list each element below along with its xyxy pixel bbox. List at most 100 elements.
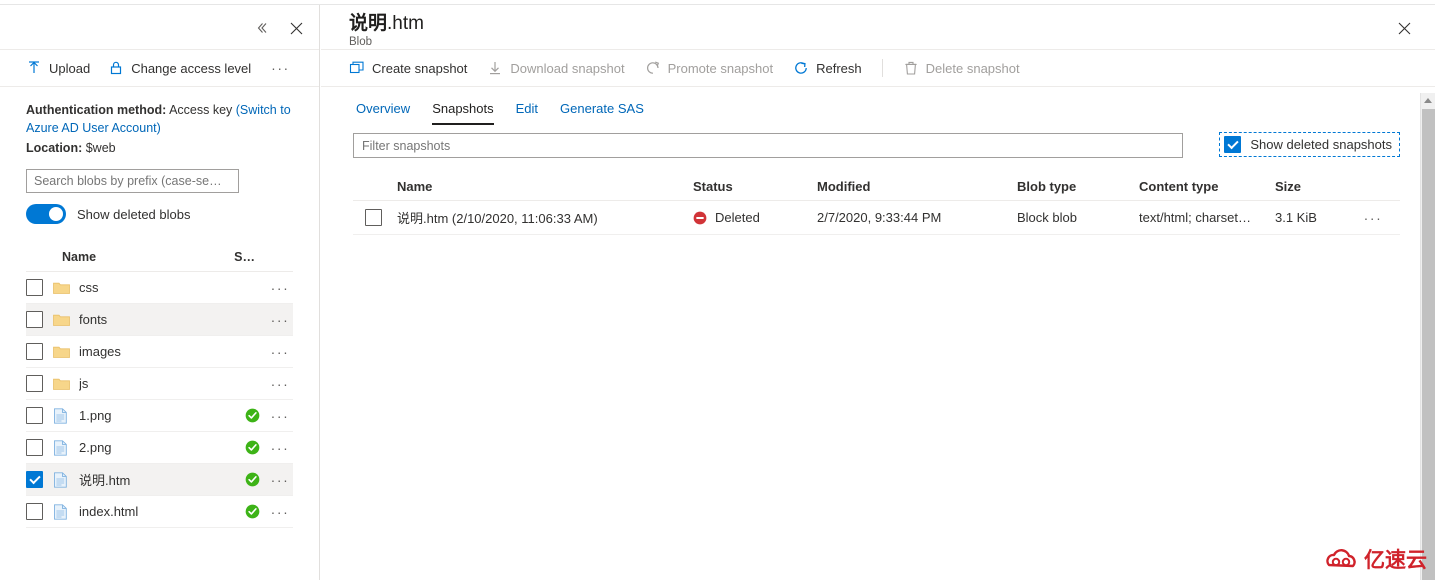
blob-row-name: 说明.htm [79,473,131,488]
toolbar-label: Delete snapshot [925,60,1020,76]
blob-row-more-button[interactable]: ··· [269,440,291,456]
table-row[interactable]: 说明.htm (2/10/2020, 11:06:33 AM) Deleted 2/… [353,201,1400,235]
search-blobs-input[interactable] [26,169,239,193]
grid-col-name[interactable]: Name [397,179,693,194]
chevron-double-left-icon [257,23,267,33]
blob-row[interactable]: 说明.htm ··· [26,464,293,496]
folder-icon [53,314,70,326]
file-icon-wrap [53,439,71,456]
folder-icon-wrap [53,345,71,359]
toolbar-label: Refresh [816,60,862,76]
blob-row-checkbox[interactable] [26,343,43,360]
blob-row[interactable]: 2.png ··· [26,432,293,464]
tab-edit[interactable]: Edit [516,101,538,125]
tab-generate-sas[interactable]: Generate SAS [560,101,644,125]
file-icon [54,471,67,488]
blob-row-more-button[interactable]: ··· [269,376,291,392]
blob-row[interactable]: js ··· [26,368,293,400]
change-access-level-button[interactable]: Change access level [108,60,251,76]
status-ok-icon [245,504,260,519]
blob-row-checkbox[interactable] [26,503,43,520]
tab-overview[interactable]: Overview [356,101,410,125]
refresh-button[interactable]: Refresh [793,60,862,76]
blob-row-checkbox[interactable] [26,439,43,456]
close-icon [290,22,302,34]
grid-col-blob-type[interactable]: Blob type [1017,179,1139,194]
tab-snapshots[interactable]: Snapshots [432,101,494,125]
blob-row-right: ··· [269,280,293,296]
blob-row[interactable]: css ··· [26,272,293,304]
scrollbar-thumb[interactable] [1422,109,1435,580]
page-subtitle: Blob [349,36,373,48]
lock-icon [111,61,122,75]
show-deleted-blobs-row[interactable]: Show deleted blobs [26,204,293,224]
authentication-method-value: Access key [169,103,233,117]
blob-row-more-button[interactable]: ··· [269,280,291,296]
upload-button[interactable]: Upload [26,60,90,76]
blob-row-checkbox-checked[interactable] [26,471,43,488]
page-title-main: 说明 [349,13,388,34]
blob-row[interactable]: index.html ··· [26,496,293,528]
blob-blade-header: 说明.htm Blob [321,5,1435,50]
change-access-level-label: Change access level [131,60,252,76]
grid-col-status[interactable]: Status [693,179,817,194]
caret-up-icon [1424,98,1432,103]
folder-icon-wrap [53,281,71,295]
trash-icon [905,61,917,75]
blob-row-more-button[interactable]: ··· [269,408,291,424]
folder-icon [53,282,70,294]
blob-row-checkbox[interactable] [26,375,43,392]
blob-toolbar: Create snapshot Download snapshot Promote … [321,50,1435,87]
blob-row-name: 1.png [79,408,112,423]
blob-row-checkbox[interactable] [26,407,43,424]
blob-row-checkbox[interactable] [26,279,43,296]
content-type-cell: text/html; charset… [1139,210,1251,225]
authentication-method-line: Authentication method: Access key (Switc… [26,101,293,137]
container-blade-body: Authentication method: Access key (Switc… [0,87,319,224]
file-icon [54,407,67,424]
blob-row-name: js [79,376,89,391]
status-text: Deleted [715,210,760,225]
snapshots-grid-rows: 说明.htm (2/10/2020, 11:06:33 AM) Deleted 2/… [353,201,1400,235]
container-toolbar: Upload Change access level ··· [0,50,319,87]
modified-cell: 2/7/2020, 9:33:44 PM [817,210,942,225]
trash-icon-wrap [903,60,919,76]
grid-col-content-type[interactable]: Content type [1139,179,1275,194]
create-snapshot-button[interactable]: Create snapshot [349,60,467,76]
folder-icon [53,346,70,358]
filter-row: Show deleted snapshots [353,132,1400,158]
snapshot-name-cell: 说明.htm (2/10/2020, 11:06:33 AM) [397,211,598,226]
container-toolbar-more-button[interactable]: ··· [269,60,292,76]
grid-col-size[interactable]: Size [1275,179,1361,194]
toggle-knob [49,207,63,221]
snapshot-row-checkbox[interactable] [365,209,382,226]
blade-header-actions [247,13,311,43]
blob-row-more-button[interactable]: ··· [269,472,291,488]
snapshot-row-more-button[interactable]: ··· [1362,210,1384,226]
promote-icon [646,61,659,74]
blob-row-more-button[interactable]: ··· [269,504,291,520]
file-icon-wrap [53,471,71,488]
page-title: 说明.htm [349,13,1435,35]
blob-row-more-button[interactable]: ··· [269,344,291,360]
blob-row-checkbox[interactable] [26,311,43,328]
folder-icon-wrap [53,313,71,327]
blob-row[interactable]: 1.png ··· [26,400,293,432]
download-snapshot-button: Download snapshot [487,60,625,76]
scroll-up-button[interactable] [1421,93,1435,108]
blob-row-more-button[interactable]: ··· [269,312,291,328]
toolbar-label: Download snapshot [510,60,625,76]
blob-col-name: Name [62,249,97,264]
vertical-scrollbar[interactable] [1420,93,1435,580]
show-deleted-snapshots-checkbox[interactable]: Show deleted snapshots [1219,132,1400,157]
close-blob-blade-button[interactable] [1389,13,1419,43]
location-value: $web [85,141,116,155]
show-deleted-blobs-toggle[interactable] [26,204,66,224]
blob-row[interactable]: images ··· [26,336,293,368]
filter-snapshots-input[interactable] [353,133,1183,158]
close-blade-button[interactable] [281,13,311,43]
snapshots-panel: Show deleted snapshots Name Status Modif… [321,125,1435,235]
collapse-blade-button[interactable] [247,13,277,43]
blob-row[interactable]: fonts ··· [26,304,293,336]
grid-col-modified[interactable]: Modified [817,179,1017,194]
